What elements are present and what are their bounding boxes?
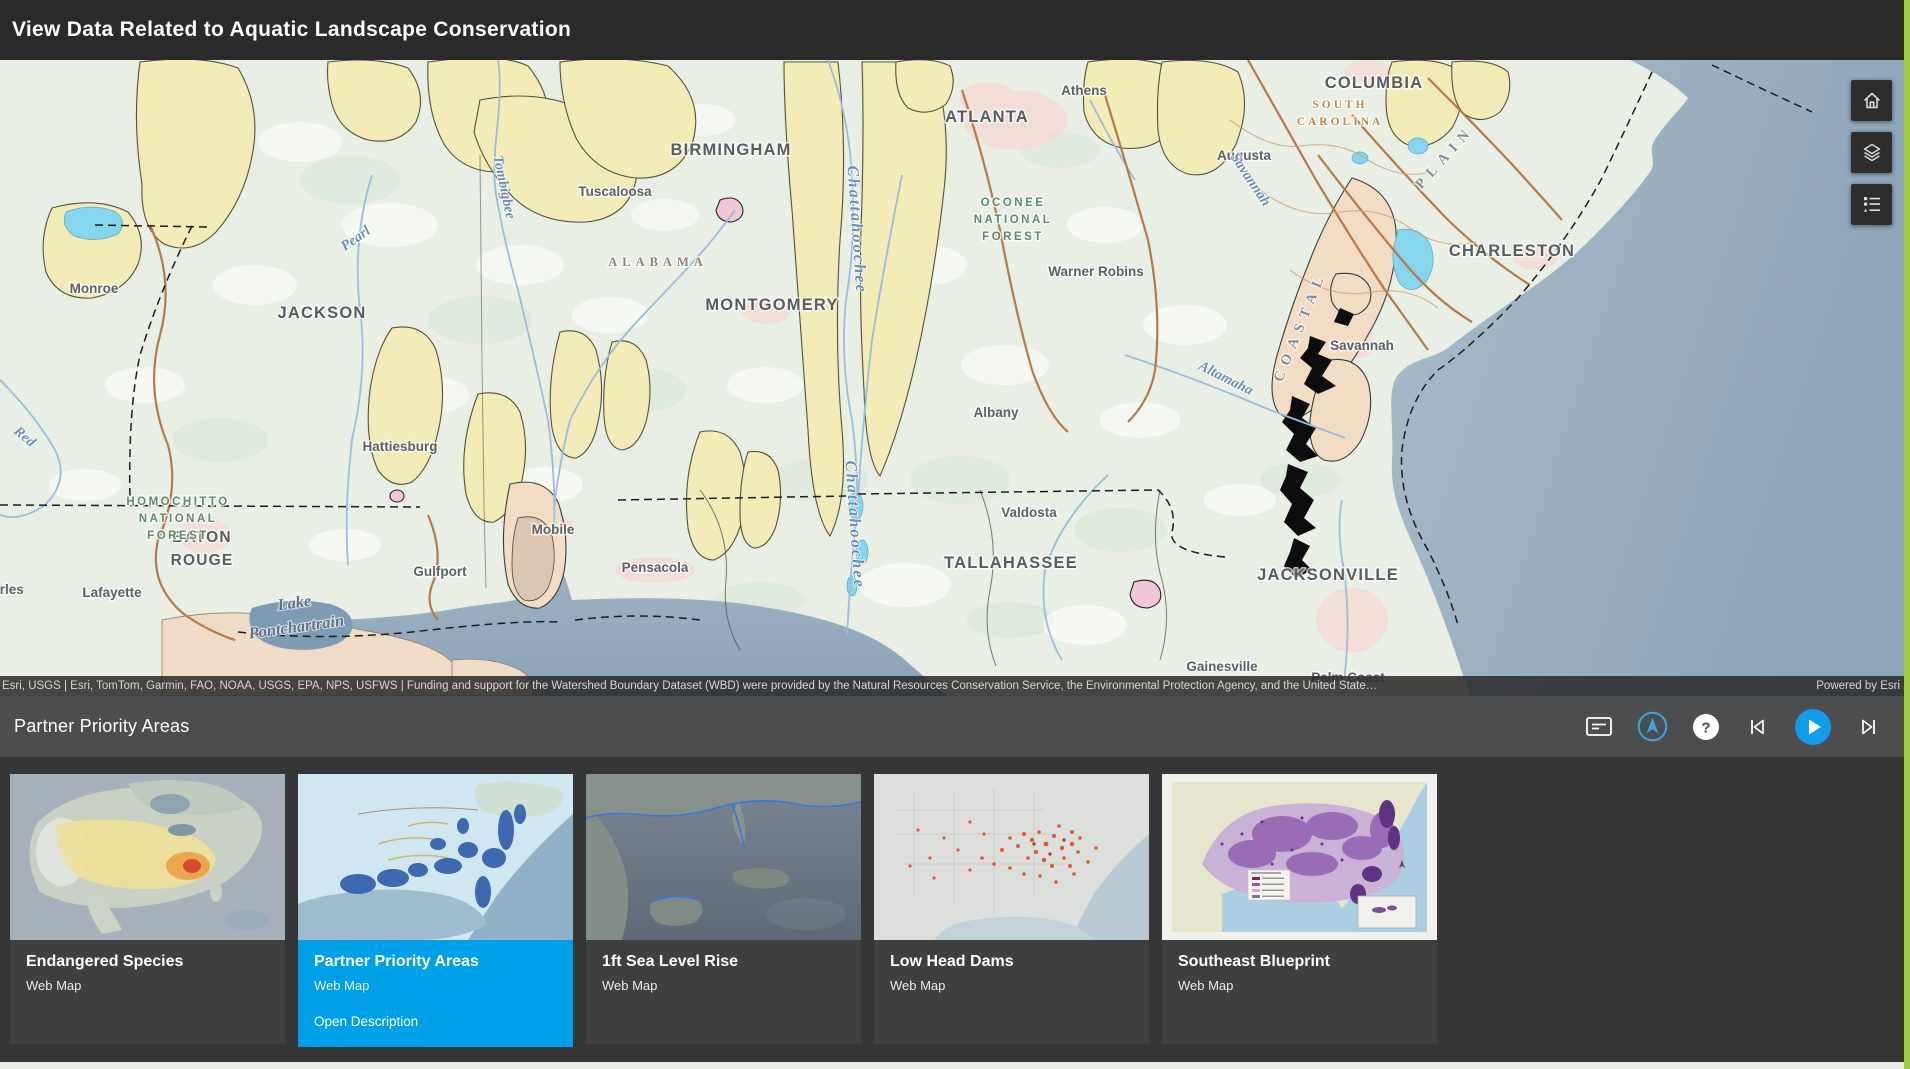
card-partner-priority-areas[interactable]: Partner Priority Areas Web Map Open Desc…: [298, 774, 573, 1047]
map-region: ATLANTA BIRMINGHAM MONTGOMERY JACKSON TALLAH…: [0, 60, 1910, 696]
map-label: SOUTH: [1312, 99, 1367, 111]
description-button[interactable]: [1585, 715, 1613, 739]
thumbnail-legend: [1248, 870, 1290, 900]
card-body: 1ft Sea Level Rise Web Map: [586, 940, 861, 993]
map-label: Tuscaloosa: [578, 184, 652, 199]
card-thumbnail: [298, 774, 573, 940]
map-label: BIRMINGHAM: [670, 141, 791, 159]
powered-by-esri-link[interactable]: Powered by Esri: [1816, 680, 1900, 692]
map-label: NATIONAL: [139, 513, 218, 525]
home-icon: [1860, 89, 1884, 113]
map-label: ROUGE: [171, 552, 234, 569]
layers-icon: [1860, 141, 1884, 165]
page-title: View Data Related to Aquatic Landscape C…: [12, 18, 571, 42]
map-label: Lafayette: [82, 585, 142, 600]
map-label: CAROLINA: [1297, 116, 1384, 128]
layers-button[interactable]: [1851, 132, 1892, 173]
card-low-head-dams[interactable]: Low Head Dams Web Map: [874, 774, 1149, 1044]
card-title: Endangered Species: [26, 953, 269, 971]
map-label: JACKSON: [277, 304, 366, 322]
navigate-button[interactable]: [1637, 711, 1668, 742]
map-label: Pensacola: [622, 560, 689, 575]
map-label: COLUMBIA: [1325, 74, 1424, 92]
skip-forward-icon: [1856, 714, 1882, 740]
card-subtitle: Web Map: [314, 978, 557, 993]
map-label: Savannah: [1330, 338, 1394, 353]
card-subtitle: Web Map: [26, 978, 269, 993]
legend-icon: [1860, 193, 1884, 217]
legend-button[interactable]: [1851, 184, 1892, 225]
map-label: arles: [0, 582, 24, 597]
title-bar: View Data Related to Aquatic Landscape C…: [0, 0, 1910, 60]
help-icon: ?: [1692, 713, 1720, 741]
map-label: Gainesville: [1186, 659, 1258, 674]
card-body: Southeast Blueprint Web Map: [1162, 940, 1437, 993]
description-icon: [1585, 715, 1613, 739]
map-label: Valdosta: [1001, 505, 1057, 520]
map-label: HOMOCHITTO: [126, 496, 229, 508]
card-body: Endangered Species Web Map: [10, 940, 285, 993]
map-label: FOREST: [147, 530, 209, 542]
play-button[interactable]: [1794, 708, 1832, 746]
map-label: Athens: [1061, 83, 1107, 98]
map-controls: [1851, 80, 1892, 225]
map-label: Albany: [973, 405, 1019, 420]
panel-header: Partner Priority Areas: [0, 696, 1910, 757]
card-body: Partner Priority Areas Web Map Open Desc…: [298, 940, 573, 1029]
card-subtitle: Web Map: [602, 978, 845, 993]
map-label: Monroe: [70, 281, 119, 296]
compass-arrow-icon: [1637, 711, 1668, 742]
card-1ft-sea-level-rise[interactable]: 1ft Sea Level Rise Web Map: [586, 774, 861, 1044]
card-title: 1ft Sea Level Rise: [602, 953, 845, 971]
card-title: Southeast Blueprint: [1178, 953, 1421, 971]
card-thumbnail: [874, 774, 1149, 940]
card-subtitle: Web Map: [1178, 978, 1421, 993]
map-label: NATIONAL: [974, 214, 1053, 226]
map-label: OCONEE: [981, 197, 1046, 209]
attribution-text: Esri, USGS | Esri, TomTom, Garmin, FAO, …: [2, 680, 1377, 692]
card-body: Low Head Dams Web Map: [874, 940, 1149, 993]
panel-toolbar: ?: [1585, 708, 1882, 746]
bottom-panel: Partner Priority Areas: [0, 696, 1910, 1062]
previous-slide-button[interactable]: [1744, 714, 1770, 740]
card-subtitle: Web Map: [890, 978, 1133, 993]
map-label: JACKSONVILLE: [1257, 566, 1399, 584]
panel-title: Partner Priority Areas: [14, 716, 189, 737]
next-slide-button[interactable]: [1856, 714, 1882, 740]
map-label: MONTGOMERY: [705, 296, 838, 314]
map-label: TALLAHASSEE: [944, 554, 1078, 572]
bottom-edge-strip: [0, 1062, 1910, 1069]
card-title: Partner Priority Areas: [314, 953, 557, 971]
map-label: Warner Robins: [1048, 264, 1144, 279]
map-label: FOREST: [982, 231, 1044, 243]
map-label: ATLANTA: [945, 108, 1029, 126]
app-window: View Data Related to Aquatic Landscape C…: [0, 0, 1910, 1069]
skip-back-icon: [1744, 714, 1770, 740]
map-attribution: Esri, USGS | Esri, TomTom, Garmin, FAO, …: [0, 676, 1910, 696]
map-label: Mobile: [532, 522, 575, 537]
home-button[interactable]: [1851, 80, 1892, 121]
svg-text:?: ?: [1701, 719, 1710, 736]
map-label: Gulfport: [413, 564, 467, 579]
card-thumbnail: [1162, 774, 1437, 940]
map-label: Hattiesburg: [362, 439, 437, 454]
right-edge-green-bar: [1904, 0, 1910, 1069]
play-icon: [1794, 708, 1832, 746]
card-endangered-species[interactable]: Endangered Species Web Map: [10, 774, 285, 1044]
card-title: Low Head Dams: [890, 953, 1133, 971]
slide-cards: Endangered Species Web Map: [10, 774, 1437, 1047]
open-description-link[interactable]: Open Description: [314, 1014, 557, 1029]
map-label: ALABAMA: [608, 255, 708, 269]
help-button[interactable]: ?: [1692, 713, 1720, 741]
card-thumbnail: [10, 774, 285, 940]
map-svg[interactable]: ATLANTA BIRMINGHAM MONTGOMERY JACKSON TALLAH…: [0, 60, 1910, 696]
map-label: CHARLESTON: [1449, 242, 1575, 260]
card-southeast-blueprint[interactable]: Southeast Blueprint Web Map: [1162, 774, 1437, 1044]
card-thumbnail: [586, 774, 861, 940]
